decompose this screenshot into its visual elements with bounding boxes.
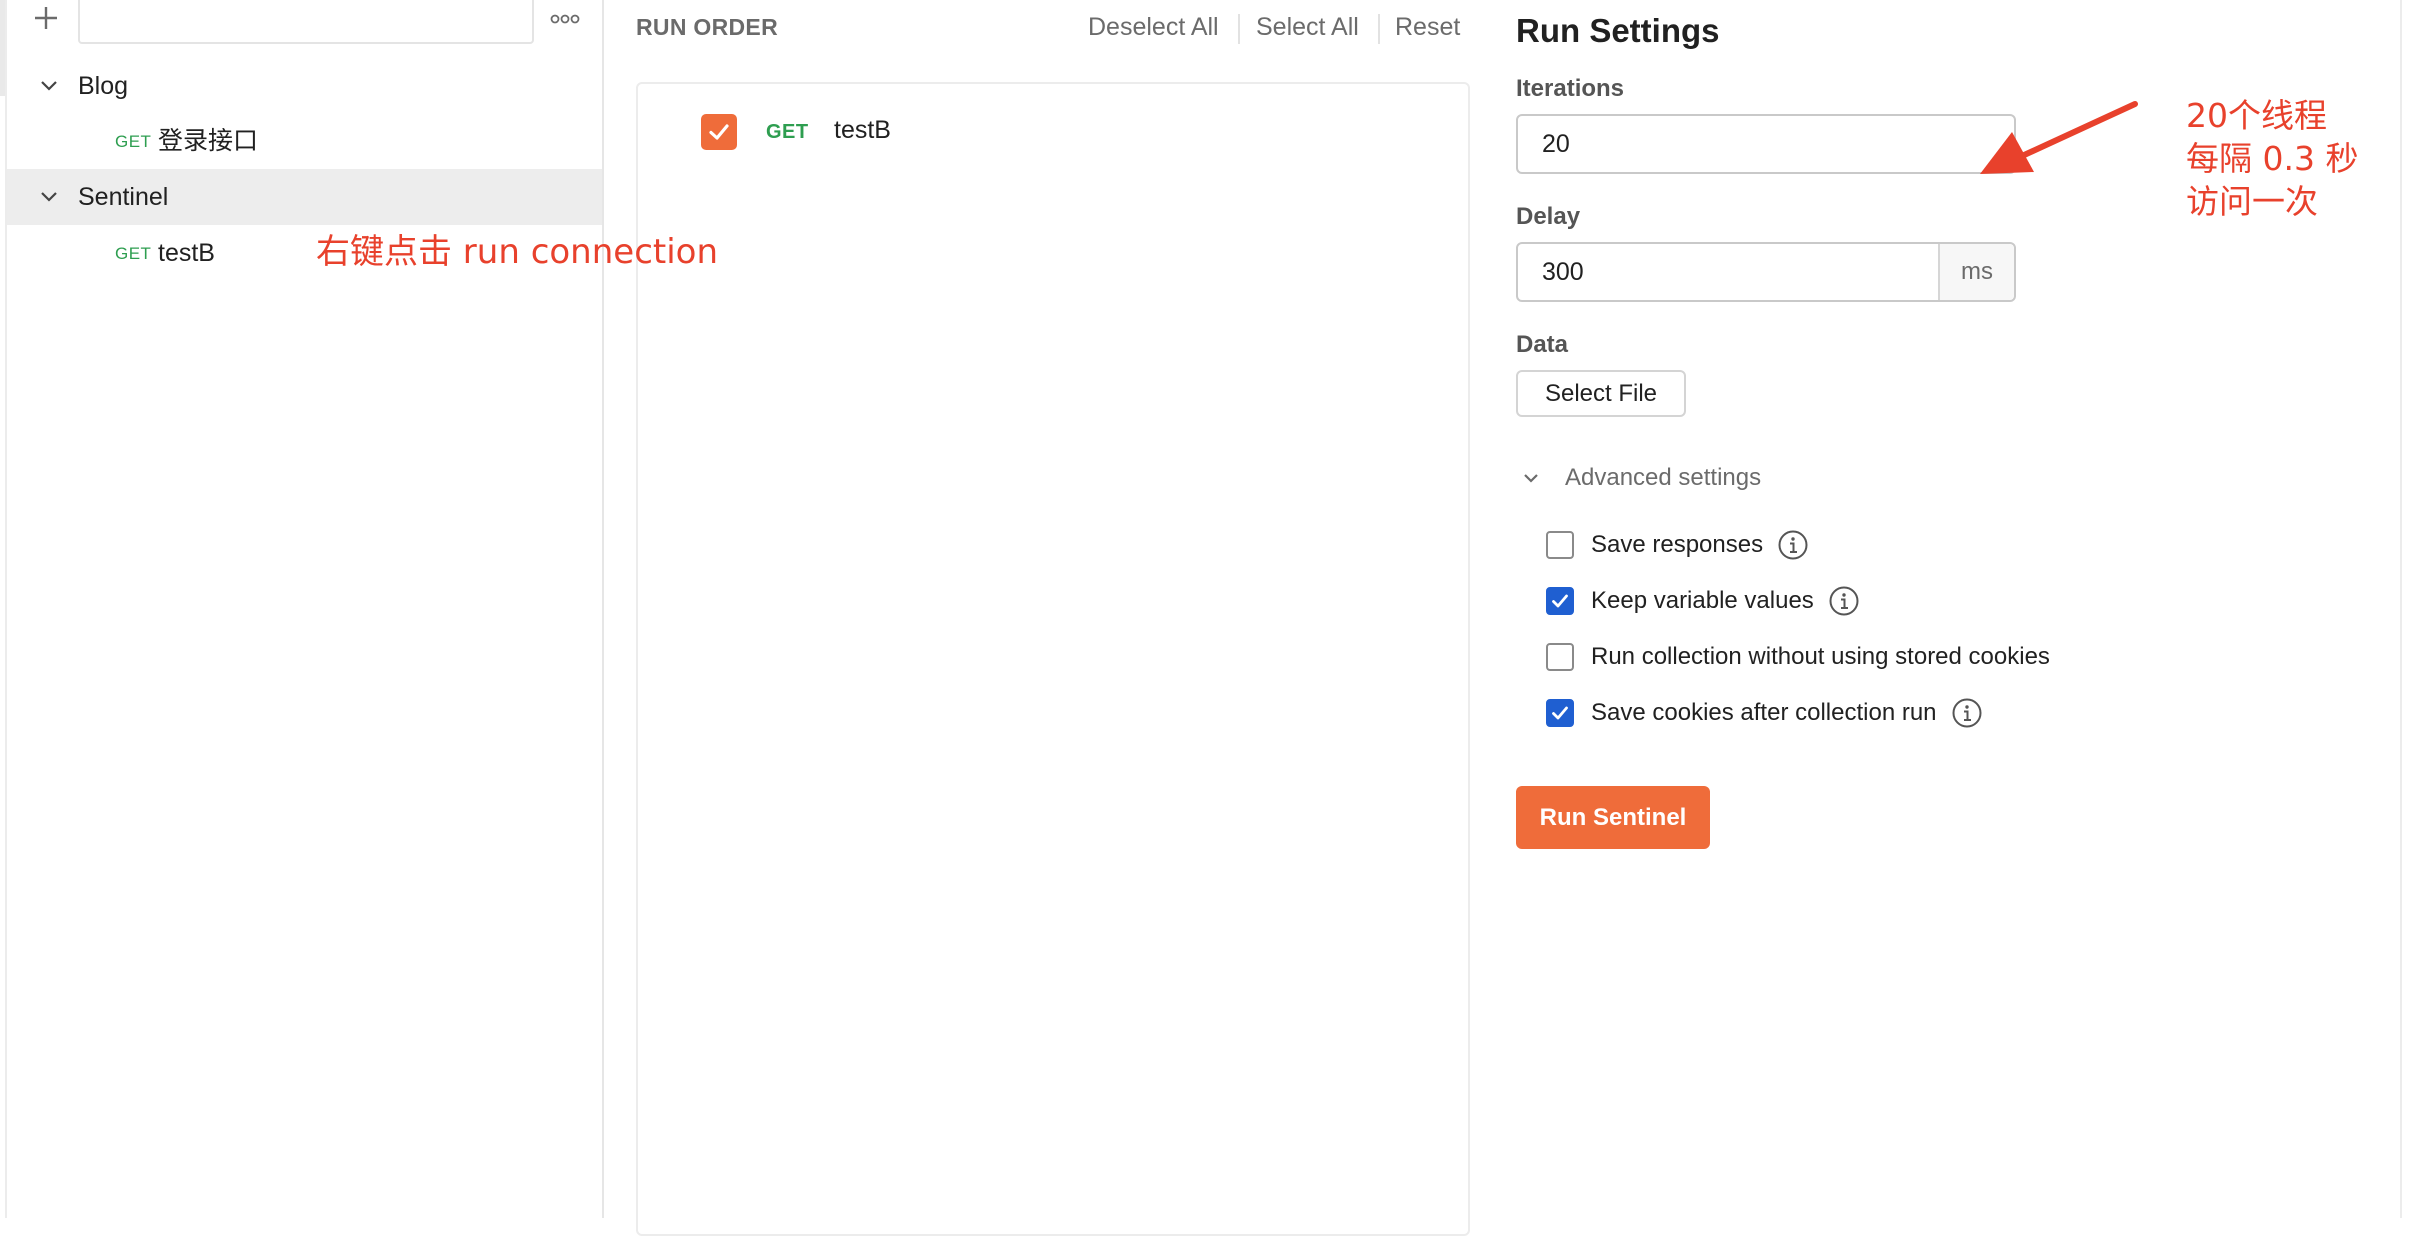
advanced-settings-label: Advanced settings: [1565, 464, 1762, 491]
chevron-down-icon: [1524, 474, 1538, 483]
run-order-list: [636, 82, 1470, 1236]
run-without-cookies-checkbox[interactable]: [1546, 643, 1574, 671]
annotation-line: 20个线程: [2186, 96, 2327, 135]
plus-icon[interactable]: [28, 0, 64, 36]
reset-button[interactable]: Reset: [1395, 13, 1460, 42]
option-label: Save cookies after collection run: [1591, 699, 1937, 726]
advanced-settings-toggle[interactable]: Advanced settings: [1516, 460, 1761, 496]
option-save-cookies: Save cookies after collection run: [1546, 693, 1983, 733]
tree-folder-blog[interactable]: Blog: [7, 58, 602, 114]
annotation-line: 访问一次: [2186, 182, 2318, 221]
option-run-without-cookies: Run collection without using stored cook…: [1546, 637, 2050, 677]
collections-sidebar: Blog GET 登录接口 Sentinel GET testB: [0, 0, 604, 1218]
run-order-item-checkbox[interactable]: [701, 114, 737, 150]
option-label: Keep variable values: [1591, 587, 1814, 614]
deselect-all-button[interactable]: Deselect All: [1088, 13, 1219, 42]
iterations-value: 20: [1542, 129, 1570, 158]
request-label: testB: [158, 239, 215, 267]
select-all-button[interactable]: Select All: [1256, 13, 1359, 42]
annotation-left-note: 右键点击 run connection: [316, 232, 719, 272]
annotation-right-note: 20个线程 每隔 0.3 秒 访问一次: [2186, 94, 2358, 223]
folder-label: Sentinel: [78, 183, 169, 211]
more-horizontal-icon[interactable]: [548, 4, 582, 34]
check-icon: [1552, 594, 1568, 608]
chevron-down-icon[interactable]: [37, 185, 61, 209]
option-keep-variable-values: Keep variable values: [1546, 581, 1860, 621]
request-method-badge: GET: [115, 132, 152, 151]
delay-field[interactable]: 300 ms: [1516, 242, 2016, 302]
run-order-item-name: testB: [834, 116, 891, 144]
annotation-line: 每隔 0.3 秒: [2186, 139, 2359, 178]
sidebar-filter-input[interactable]: [78, 0, 534, 44]
option-save-responses: Save responses: [1546, 525, 1809, 565]
keep-variable-values-checkbox[interactable]: [1546, 587, 1574, 615]
run-order-title: RUN ORDER: [636, 14, 778, 40]
info-icon[interactable]: [1828, 585, 1860, 617]
window-right-edge: [2400, 0, 2402, 1218]
run-order-item-method: GET: [766, 121, 809, 143]
toolbar-divider: [1238, 14, 1240, 44]
data-label: Data: [1516, 331, 1569, 358]
toolbar-divider: [1378, 14, 1380, 44]
select-file-button[interactable]: Select File: [1516, 370, 1686, 417]
iterations-label: Iterations: [1516, 75, 1625, 102]
delay-value: 300: [1542, 257, 1584, 286]
check-icon: [1552, 706, 1568, 720]
iterations-field[interactable]: 20: [1516, 114, 2016, 174]
request-label: 登录接口: [158, 127, 259, 155]
delay-label: Delay: [1516, 203, 1581, 230]
run-collection-button[interactable]: Run Sentinel: [1516, 786, 1710, 849]
tree-request-login[interactable]: GET 登录接口: [7, 113, 602, 169]
info-icon[interactable]: [1777, 529, 1809, 561]
tree-folder-sentinel[interactable]: Sentinel: [7, 169, 602, 225]
option-label: Run collection without using stored cook…: [1591, 643, 2050, 670]
run-settings-title: Run Settings: [1516, 12, 1720, 49]
folder-label: Blog: [78, 72, 129, 100]
save-responses-checkbox[interactable]: [1546, 531, 1574, 559]
check-icon: [709, 124, 729, 140]
annotation-arrow-icon: [1980, 101, 2138, 174]
request-method-badge: GET: [115, 244, 152, 263]
save-cookies-checkbox[interactable]: [1546, 699, 1574, 727]
option-label: Save responses: [1591, 531, 1764, 558]
info-icon[interactable]: [1951, 697, 1983, 729]
delay-unit: ms: [1938, 244, 2014, 300]
chevron-down-icon[interactable]: [37, 74, 61, 98]
